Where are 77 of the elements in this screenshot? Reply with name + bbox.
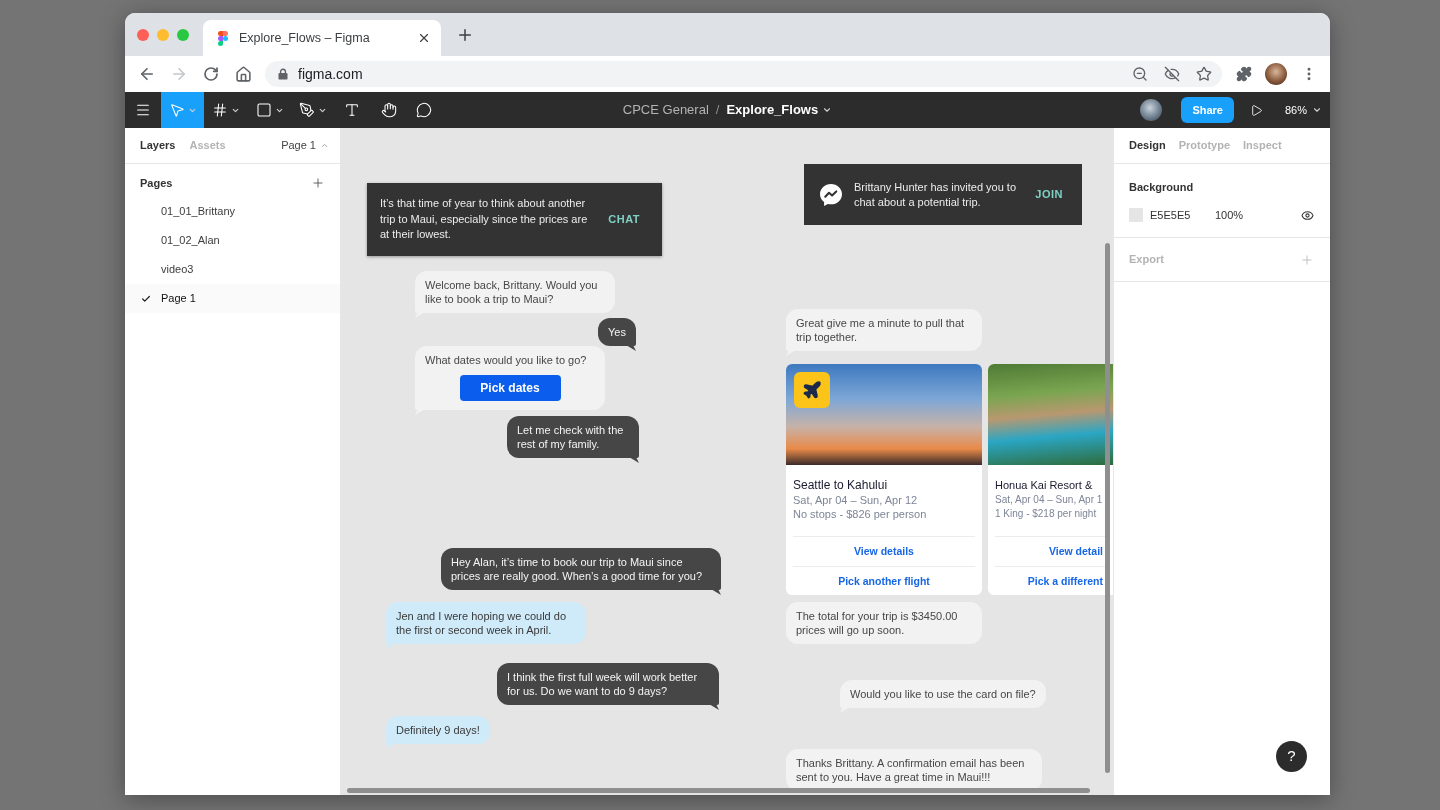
card-dates: Sat, Apr 04 – Sun, Apr 1 <box>995 493 1104 507</box>
chevron-up-icon <box>320 141 329 150</box>
lock-icon <box>278 68 288 80</box>
cursor-icon <box>168 102 185 118</box>
card-title: Honua Kai Resort & <box>995 478 1094 493</box>
browser-tab[interactable]: Explore_Flows – Figma <box>203 20 441 56</box>
plus-icon <box>311 176 325 190</box>
message-text: Yes <box>608 325 626 339</box>
hand-icon <box>380 102 397 118</box>
message-text: What dates would you like to go? <box>425 353 588 367</box>
message-text: I think the first full week will work better for us. Do we want to do 9 days? <box>507 670 699 698</box>
help-button[interactable]: ? <box>1276 741 1307 772</box>
page-item[interactable]: Page 1 <box>125 284 340 313</box>
hash-icon <box>212 102 228 118</box>
visibility-button[interactable] <box>1300 208 1314 222</box>
hex-value[interactable]: E5E5E5 <box>1150 206 1215 224</box>
notification-action-button[interactable]: CHAT <box>608 211 640 228</box>
app-logo-icon <box>218 30 228 46</box>
lightning-bubble-icon <box>820 183 842 206</box>
play-icon <box>1250 103 1264 117</box>
caret-icon <box>822 105 833 115</box>
notification-action-button[interactable]: JOIN <box>1035 186 1063 203</box>
message-text: Let me check with the rest of my family. <box>517 423 625 451</box>
file-name-menu[interactable]: Explore_Flows <box>726 100 833 120</box>
card-action-link[interactable]: View detail <box>1048 543 1103 560</box>
opacity-value[interactable]: 100% <box>1215 206 1244 224</box>
zoom-out-icon <box>1132 66 1148 82</box>
card-details: 1 King - $218 per night <box>995 507 1098 521</box>
card-action-link[interactable]: View details <box>854 543 914 560</box>
card-action-link[interactable]: Pick a different <box>1027 573 1103 590</box>
puzzle-icon <box>1236 66 1252 82</box>
message-text: Thanks Brittany. A confirmation email has been sent to you. Have a great time in Maui!!! <box>796 756 1026 784</box>
square-icon <box>255 102 272 118</box>
avatar-icon[interactable] <box>1140 99 1163 121</box>
card-dates: Sat, Apr 04 – Sun, Apr 12 <box>793 493 919 507</box>
eye-icon <box>1300 208 1314 222</box>
caret-icon <box>1312 105 1322 115</box>
path-separator: / <box>715 101 720 120</box>
message-text: Great give me a minute to pull that trip together. <box>796 316 966 344</box>
message-text: Hey Alan, it’s time to book our trip to Maui since prices are really good. When’s a good time for you? <box>451 555 704 583</box>
notification-text: It’s that time of year to think about another trip to Maui, especially since the prices are at their lowest. <box>380 196 589 243</box>
message-text: Welcome back, Brittany. Would you like to book a trip to Maui? <box>425 278 599 306</box>
color-swatch-icon[interactable] <box>1129 208 1143 222</box>
reload-icon <box>203 66 219 82</box>
vertical-scrollbar[interactable] <box>1105 243 1110 773</box>
page-menu[interactable]: Page 1 <box>281 137 329 154</box>
card-action-link[interactable]: Pick another flight <box>838 573 930 590</box>
pick-dates-button[interactable]: Pick dates <box>459 375 561 401</box>
menu-icon <box>135 102 151 118</box>
message-text: Jen and I were hoping we could do the first or second week in April. <box>396 609 567 637</box>
address-field[interactable]: figma.com <box>265 61 1222 87</box>
section-title: Pages <box>140 175 173 191</box>
horizontal-scrollbar[interactable] <box>347 788 1090 793</box>
address-text: figma.com <box>298 64 363 84</box>
card-details: No stops - $826 per person <box>793 507 928 521</box>
arrow-right-icon <box>170 65 188 83</box>
card-title: Seattle to Kahului <box>793 478 889 493</box>
section-title: Export <box>1129 252 1164 268</box>
star-icon <box>1196 66 1212 82</box>
plus-icon <box>1300 252 1314 267</box>
avatar-icon[interactable] <box>1265 63 1287 85</box>
home-icon <box>234 65 252 83</box>
check-icon <box>141 293 151 304</box>
message-text: The total for your trip is $3450.00 prices will go up soon. <box>796 609 959 637</box>
notification-text: Brittany Hunter has invited you to chat about a potential trip. <box>854 179 1018 210</box>
message-text: Would you like to use the card on file? <box>850 687 1036 701</box>
eye-off-icon <box>1164 66 1180 82</box>
text-icon <box>344 102 360 118</box>
pen-icon <box>298 102 315 118</box>
panel-tab[interactable]: Layers <box>140 137 176 154</box>
close-icon <box>417 31 431 45</box>
panel-tab[interactable]: Design <box>1129 137 1166 154</box>
message-text: Definitely 9 days! <box>396 723 480 737</box>
speech-bubble-icon <box>416 102 432 118</box>
zoom-menu[interactable]: 86% <box>1284 101 1322 119</box>
section-title: Background <box>1128 179 1195 195</box>
team-name[interactable]: CPCE General <box>622 100 709 120</box>
